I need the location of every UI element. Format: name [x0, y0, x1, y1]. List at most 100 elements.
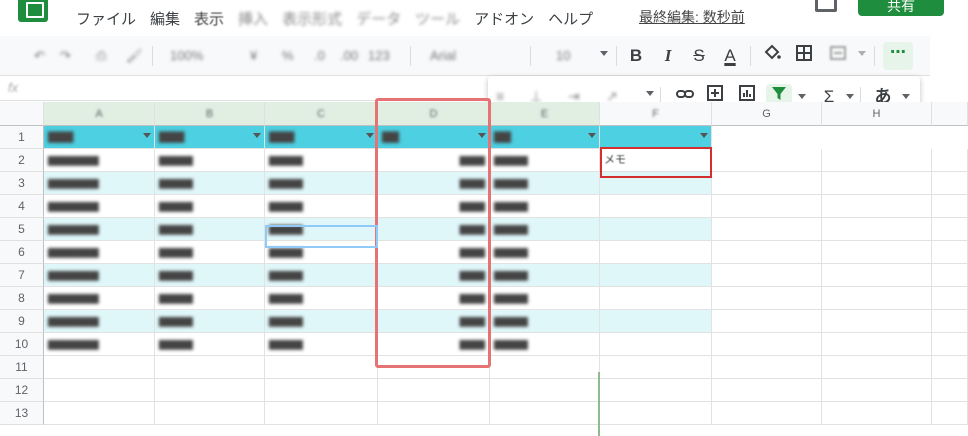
- table-header-cell[interactable]: ▇▇: [378, 126, 490, 149]
- column-header-f[interactable]: F: [600, 102, 712, 126]
- formula-bar[interactable]: fx: [0, 77, 488, 101]
- row-header-5[interactable]: 5: [0, 218, 44, 241]
- table-cell[interactable]: [932, 195, 968, 218]
- table-cell[interactable]: [712, 264, 822, 287]
- table-cell[interactable]: [490, 379, 600, 402]
- table-cell[interactable]: ▆▆▆▆: [265, 264, 378, 287]
- table-cell[interactable]: ▆▆▆▆: [490, 264, 600, 287]
- decimal-decrease-icon[interactable]: .0: [314, 48, 325, 63]
- table-header-cell[interactable]: ▇▇▇: [44, 126, 155, 149]
- menu-view[interactable]: 表示: [194, 8, 224, 29]
- font-select[interactable]: Arial: [430, 48, 456, 63]
- table-cell[interactable]: [932, 310, 968, 333]
- sheets-logo-icon[interactable]: [18, 0, 48, 22]
- table-header-cell[interactable]: ▇▇▇: [155, 126, 265, 149]
- more-options-button[interactable]: ⋯: [883, 42, 913, 70]
- row-header-4[interactable]: 4: [0, 195, 44, 218]
- table-cell[interactable]: [822, 287, 932, 310]
- table-cell[interactable]: [932, 241, 968, 264]
- zoom-select[interactable]: 100%: [170, 48, 203, 63]
- table-cell[interactable]: [932, 172, 968, 195]
- column-header-d[interactable]: D: [378, 102, 490, 126]
- table-cell[interactable]: [822, 264, 932, 287]
- table-cell[interactable]: [932, 218, 968, 241]
- table-cell[interactable]: ▆▆▆: [378, 172, 490, 195]
- table-cell[interactable]: ▆▆▆: [378, 149, 490, 172]
- table-cell[interactable]: ▆▆▆▆: [265, 241, 378, 264]
- column-header-i[interactable]: [932, 102, 968, 126]
- italic-button[interactable]: I: [656, 44, 680, 68]
- table-cell[interactable]: [932, 379, 968, 402]
- menu-help[interactable]: ヘルプ: [548, 8, 593, 29]
- table-cell[interactable]: ▆▆▆▆: [490, 172, 600, 195]
- table-cell[interactable]: [932, 333, 968, 356]
- table-cell[interactable]: [44, 402, 155, 425]
- table-cell[interactable]: ▆▆▆▆: [155, 172, 265, 195]
- menu-insert[interactable]: 挿入: [238, 8, 268, 29]
- table-cell[interactable]: ▆▆▆▆: [155, 241, 265, 264]
- table-cell[interactable]: ▆▆▆▆: [155, 287, 265, 310]
- table-cell[interactable]: [44, 356, 155, 379]
- table-cell[interactable]: [600, 356, 712, 379]
- column-header-a[interactable]: A: [44, 102, 155, 126]
- table-cell[interactable]: ▆▆▆▆: [265, 195, 378, 218]
- table-cell[interactable]: ▆▆▆▆▆▆: [44, 195, 155, 218]
- table-cell[interactable]: ▆▆▆▆: [155, 195, 265, 218]
- table-cell[interactable]: [822, 356, 932, 379]
- column-header-h[interactable]: H: [822, 102, 932, 126]
- table-cell[interactable]: ▆▆▆: [378, 333, 490, 356]
- percent-button[interactable]: %: [282, 48, 294, 63]
- column-header-e[interactable]: E: [490, 102, 600, 126]
- table-cell[interactable]: [712, 172, 822, 195]
- borders-icon[interactable]: [792, 44, 816, 68]
- row-header-12[interactable]: 12: [0, 379, 44, 402]
- table-cell[interactable]: ▆▆▆▆: [155, 310, 265, 333]
- table-cell[interactable]: [265, 379, 378, 402]
- table-cell[interactable]: ▆▆▆▆: [265, 287, 378, 310]
- input-tools-caret-icon[interactable]: [902, 94, 910, 99]
- table-cell[interactable]: [600, 218, 712, 241]
- table-cell[interactable]: ▆▆▆: [378, 241, 490, 264]
- table-cell[interactable]: [712, 218, 822, 241]
- row-header-10[interactable]: 10: [0, 333, 44, 356]
- column-header-c[interactable]: C: [265, 102, 378, 126]
- table-cell[interactable]: [600, 172, 712, 195]
- filter-caret-icon[interactable]: [798, 94, 806, 99]
- functions-caret-icon[interactable]: [846, 94, 854, 99]
- table-cell[interactable]: ▆▆▆▆: [490, 195, 600, 218]
- column-filter-icon[interactable]: [143, 133, 151, 138]
- table-cell[interactable]: ▆▆▆▆▆▆: [44, 241, 155, 264]
- table-cell[interactable]: [712, 402, 822, 425]
- table-cell[interactable]: [155, 356, 265, 379]
- table-cell[interactable]: [822, 402, 932, 425]
- table-cell[interactable]: ▆▆▆▆▆▆: [44, 218, 155, 241]
- table-cell[interactable]: [712, 333, 822, 356]
- table-cell[interactable]: [378, 402, 490, 425]
- menu-file[interactable]: ファイル: [76, 8, 136, 29]
- merge-cells-icon[interactable]: [826, 44, 850, 68]
- table-cell[interactable]: [822, 218, 932, 241]
- table-cell[interactable]: ▆▆▆▆▆▆: [44, 333, 155, 356]
- table-cell[interactable]: [490, 356, 600, 379]
- select-all-corner[interactable]: [0, 102, 44, 126]
- column-filter-icon[interactable]: [588, 133, 596, 138]
- table-cell[interactable]: ▆▆▆▆: [490, 310, 600, 333]
- font-size-caret-icon[interactable]: [600, 51, 608, 56]
- table-cell[interactable]: [712, 195, 822, 218]
- table-cell[interactable]: [265, 356, 378, 379]
- redo-icon[interactable]: ↷: [60, 48, 71, 64]
- column-filter-icon[interactable]: [478, 133, 486, 138]
- menu-format[interactable]: 表示形式: [282, 8, 342, 29]
- table-cell[interactable]: ▆▆▆: [378, 310, 490, 333]
- merge-caret-icon[interactable]: [858, 51, 866, 56]
- table-cell[interactable]: [600, 333, 712, 356]
- menu-addons[interactable]: アドオン: [474, 8, 534, 29]
- table-cell[interactable]: ▆▆▆▆: [265, 333, 378, 356]
- table-cell[interactable]: [155, 402, 265, 425]
- table-cell[interactable]: ▆▆▆▆: [490, 333, 600, 356]
- rotate-caret-icon[interactable]: [646, 91, 654, 96]
- font-size-select[interactable]: 10: [556, 48, 570, 63]
- table-cell[interactable]: ▆▆▆▆: [490, 287, 600, 310]
- table-cell[interactable]: [822, 149, 932, 172]
- table-cell[interactable]: [44, 379, 155, 402]
